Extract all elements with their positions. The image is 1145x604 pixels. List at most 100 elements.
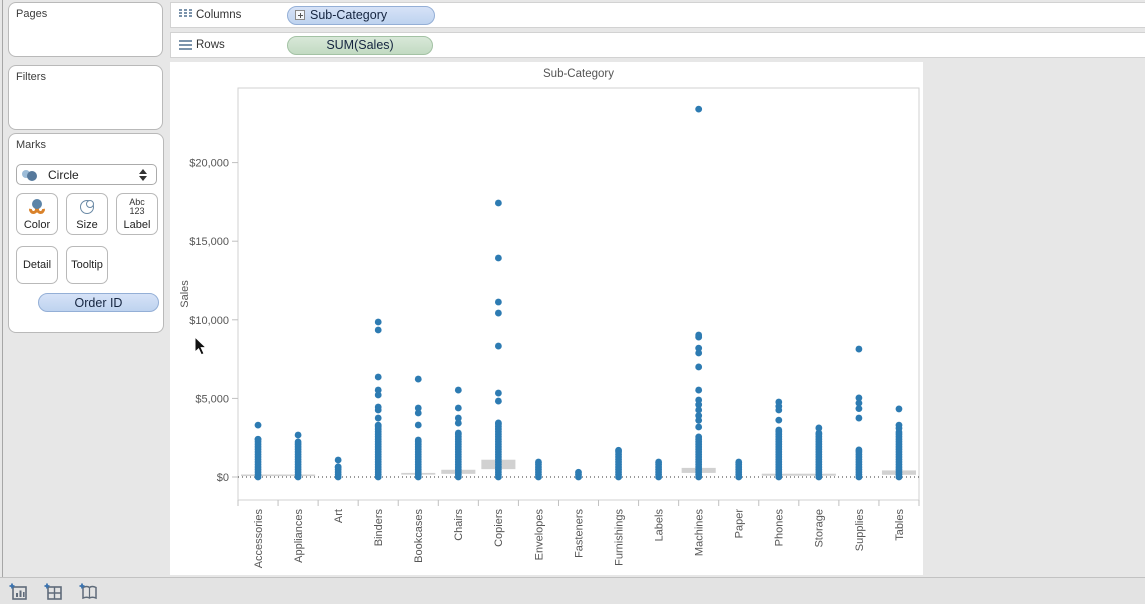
new-worksheet-button[interactable]	[9, 583, 29, 600]
sum-sales-pill[interactable]: SUM(Sales)	[287, 35, 433, 55]
color-icon	[17, 198, 57, 216]
x-category-label: Paper	[734, 509, 746, 539]
data-point[interactable]	[855, 405, 863, 413]
data-point[interactable]	[254, 421, 262, 429]
size-button[interactable]: Size	[66, 193, 108, 235]
data-point[interactable]	[775, 416, 783, 424]
spinner-arrows-icon[interactable]	[135, 168, 151, 181]
color-button[interactable]: Color	[16, 193, 58, 235]
data-point[interactable]	[374, 406, 382, 414]
marks-label: Marks	[16, 139, 46, 151]
data-point[interactable]	[695, 386, 703, 394]
tooltip-button[interactable]: Tooltip	[66, 246, 108, 284]
data-point[interactable]	[695, 417, 703, 424]
data-point[interactable]	[454, 419, 462, 427]
data-point[interactable]	[454, 429, 462, 437]
data-point[interactable]	[414, 409, 422, 417]
data-point[interactable]	[695, 363, 703, 371]
y-tick-label: $15,000	[189, 236, 229, 248]
new-dashboard-button[interactable]	[44, 583, 64, 600]
status-bar	[0, 577, 1145, 604]
rows-shelf[interactable]: Rows SUM(Sales)	[170, 32, 1145, 58]
x-category-label: Envelopes	[533, 509, 545, 561]
rows-icon	[179, 39, 192, 51]
data-point[interactable]	[374, 391, 382, 399]
data-point[interactable]	[494, 342, 502, 350]
marks-card: Marks Circle Color Size Abc 123 Label De…	[8, 133, 164, 333]
data-point[interactable]	[615, 446, 622, 454]
order-id-pill-label: Order ID	[74, 295, 123, 310]
label-button[interactable]: Abc 123 Label	[116, 193, 158, 235]
detail-button-label: Detail	[22, 259, 52, 271]
data-point[interactable]	[855, 446, 863, 454]
x-category-label: Labels	[653, 509, 665, 542]
data-point[interactable]	[334, 456, 342, 464]
label-button-label: Label	[123, 219, 151, 231]
order-id-pill[interactable]: Order ID	[38, 293, 159, 312]
new-story-button[interactable]	[79, 583, 99, 600]
data-point[interactable]	[454, 386, 462, 394]
data-point[interactable]	[735, 458, 743, 466]
y-tick-label: $20,000	[189, 158, 229, 170]
data-point[interactable]	[855, 414, 863, 422]
data-point[interactable]	[575, 468, 582, 476]
data-point[interactable]	[494, 254, 502, 262]
data-point[interactable]	[254, 435, 262, 443]
data-point[interactable]	[535, 458, 542, 466]
data-point[interactable]	[294, 438, 302, 446]
columns-shelf[interactable]: Columns Sub-Category	[170, 2, 1145, 28]
data-point[interactable]	[775, 426, 783, 434]
data-point[interactable]	[414, 436, 422, 444]
data-point[interactable]	[494, 397, 502, 405]
data-point[interactable]	[855, 345, 863, 353]
sub-category-pill-label: Sub-Category	[310, 8, 388, 22]
detail-button[interactable]: Detail	[16, 246, 58, 284]
data-point[interactable]	[494, 389, 502, 397]
data-point[interactable]	[494, 309, 502, 317]
data-point[interactable]	[494, 298, 502, 306]
y-tick-label: $10,000	[189, 315, 229, 327]
data-point[interactable]	[294, 431, 302, 439]
window-edge	[2, 0, 3, 577]
x-category-label: Phones	[774, 509, 786, 547]
filters-shelf[interactable]: Filters	[8, 65, 163, 130]
sub-category-pill[interactable]: Sub-Category	[287, 5, 435, 25]
circle-marks-icon	[22, 168, 44, 182]
data-point[interactable]	[655, 458, 663, 466]
rows-shelf-label: Rows	[196, 39, 225, 51]
data-point[interactable]	[695, 105, 703, 113]
color-button-label: Color	[23, 219, 51, 231]
x-category-label: Bookcases	[413, 509, 425, 563]
data-point[interactable]	[695, 349, 703, 357]
data-point[interactable]	[334, 463, 342, 471]
data-point[interactable]	[414, 375, 422, 383]
x-category-label: Fasteners	[573, 509, 585, 558]
data-point[interactable]	[374, 318, 382, 326]
data-point[interactable]	[494, 419, 502, 427]
mouse-cursor	[194, 336, 208, 356]
data-point[interactable]	[374, 373, 382, 381]
data-point[interactable]	[695, 333, 703, 341]
mark-type-dropdown[interactable]: Circle	[16, 164, 157, 185]
chart[interactable]: $0 $5,000 $10,000 $15,000 $20,000 Sales Access…	[170, 62, 923, 575]
pages-label: Pages	[16, 8, 48, 20]
data-point[interactable]	[494, 199, 502, 207]
data-point[interactable]	[454, 404, 462, 412]
filters-label: Filters	[16, 71, 46, 83]
data-point[interactable]	[775, 406, 783, 414]
data-point[interactable]	[374, 414, 382, 422]
data-point[interactable]	[374, 326, 382, 334]
data-point[interactable]	[695, 423, 703, 431]
expand-icon[interactable]	[295, 10, 305, 20]
data-point[interactable]	[895, 424, 903, 432]
data-point[interactable]	[895, 405, 903, 413]
data-point[interactable]	[374, 421, 382, 429]
size-button-label: Size	[76, 219, 98, 231]
sum-sales-pill-label: SUM(Sales)	[326, 38, 394, 52]
columns-shelf-label: Columns	[196, 9, 242, 21]
x-category-label: Chairs	[453, 509, 465, 541]
pages-shelf[interactable]: Pages	[8, 2, 163, 57]
data-point[interactable]	[414, 421, 422, 429]
data-point[interactable]	[695, 433, 703, 441]
data-point[interactable]	[815, 424, 823, 432]
